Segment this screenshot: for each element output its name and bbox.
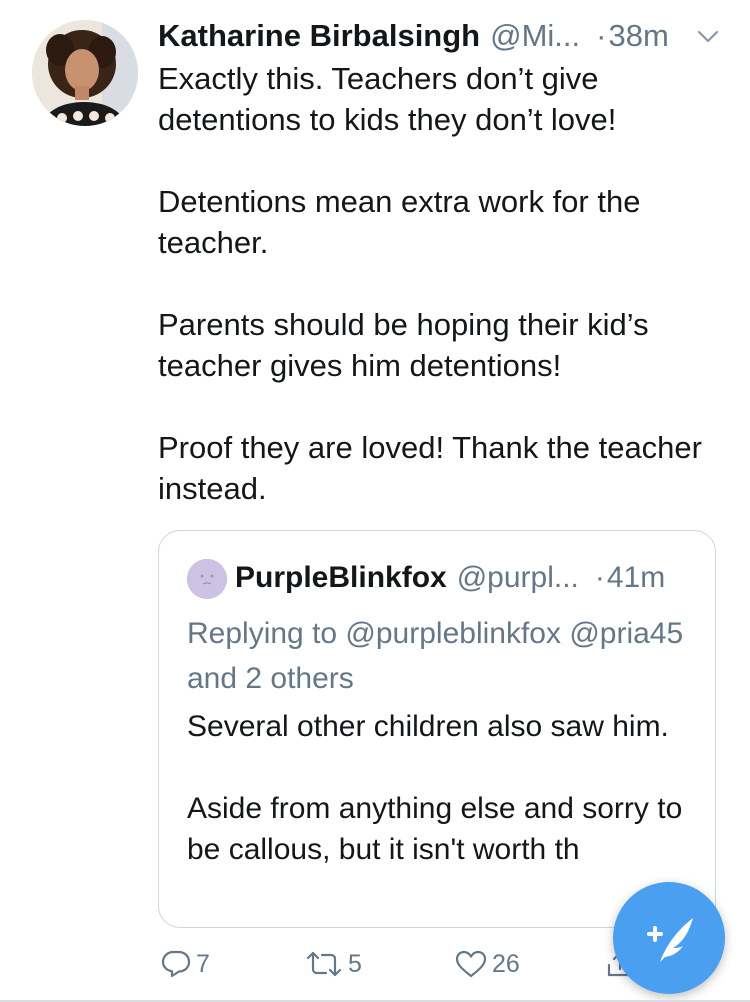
replying-to-text: Replying to @purpleblinkfox @pria45 and … <box>187 617 684 695</box>
tweet[interactable]: Katharine Birbalsingh @Mi... · 38m Exact… <box>0 0 750 1002</box>
quoted-tweet-header: PurpleBlinkfox @purpl... · 41m <box>235 557 665 599</box>
reply-count: 7 <box>196 949 210 978</box>
chevron-down-icon[interactable] <box>696 24 720 48</box>
compose-tweet-button[interactable] <box>613 882 725 994</box>
quoted-author-avatar <box>187 559 227 599</box>
quoted-author-name: PurpleBlinkfox <box>235 561 447 594</box>
author-avatar-image <box>32 20 138 126</box>
heart-icon <box>455 950 487 978</box>
tweet-timestamp[interactable]: 38m <box>608 18 668 54</box>
author-avatar[interactable] <box>32 20 138 126</box>
separator-dot: · <box>594 561 605 594</box>
tweet-paragraph: Parents should be hoping their kid’s tea… <box>158 307 649 383</box>
author-name[interactable]: Katharine Birbalsingh <box>158 18 480 54</box>
quoted-tweet[interactable]: PurpleBlinkfox @purpl... · 41m Replying … <box>158 530 716 928</box>
tweet-paragraph: Exactly this. Teachers don’t give detent… <box>158 61 617 137</box>
author-handle[interactable]: @Mi... <box>490 18 580 54</box>
compose-tweet-icon <box>647 918 693 962</box>
quoted-author-handle: @purpl... <box>456 561 579 594</box>
quoted-avatar-image <box>187 559 227 599</box>
reply-button[interactable]: 7 <box>160 944 210 984</box>
tweet-text: Exactly this. Teachers don’t give detent… <box>158 58 718 509</box>
quoted-paragraph: Aside from anything else and sorry to be… <box>187 792 683 866</box>
retweet-count: 5 <box>348 949 362 978</box>
tweet-paragraph: Detentions mean extra work for the teach… <box>158 184 641 260</box>
like-count: 26 <box>492 949 520 978</box>
quoted-tweet-text: Several other children also saw him. Asi… <box>187 706 702 911</box>
separator-dot: · <box>596 18 607 53</box>
like-button[interactable]: 26 <box>454 944 520 984</box>
tweet-header: Katharine Birbalsingh @Mi... · 38m <box>158 14 728 58</box>
retweet-icon <box>306 951 342 977</box>
tweet-paragraph: Proof they are loved! Thank the teacher … <box>158 430 702 506</box>
reply-icon <box>161 950 191 978</box>
quoted-paragraph: Several other children also saw him. <box>187 710 669 743</box>
quoted-tweet-timestamp: 41m <box>606 561 666 594</box>
retweet-button[interactable]: 5 <box>304 944 362 984</box>
